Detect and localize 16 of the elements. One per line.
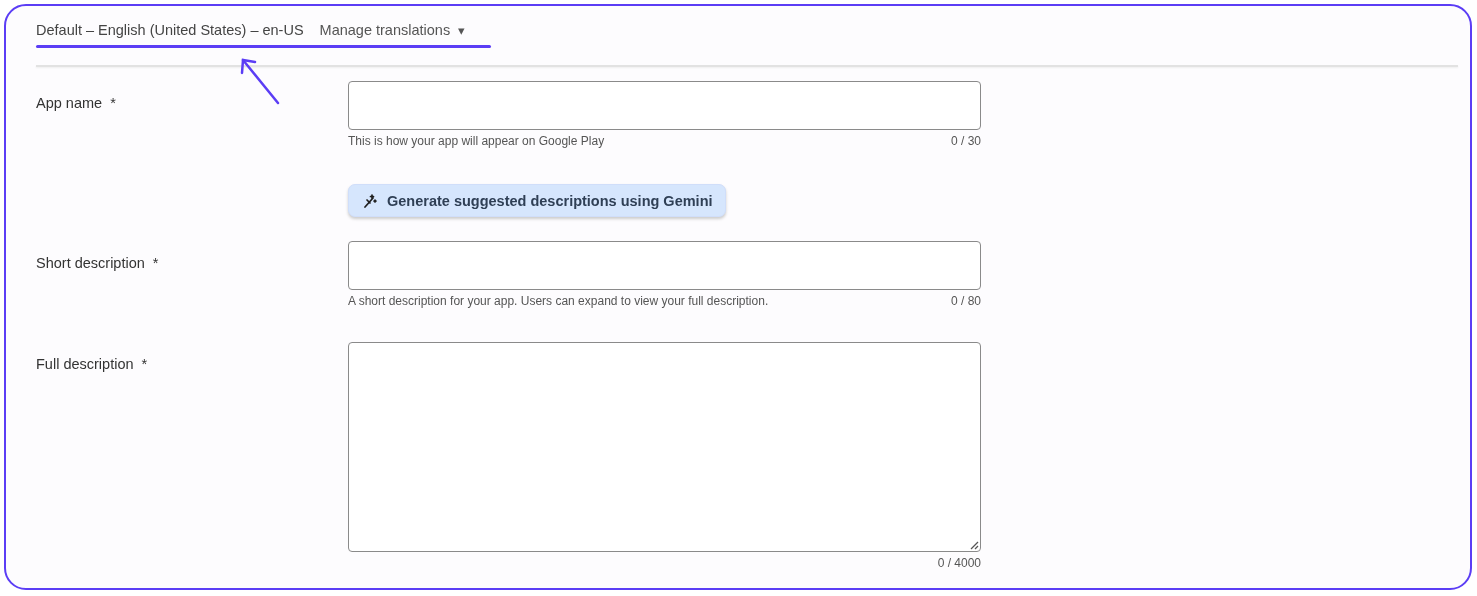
generate-button[interactable]: Generate suggested descriptions using Gemini [348, 184, 726, 217]
input-field[interactable] [348, 241, 981, 290]
language-label: Default – English (United States) – en-US [36, 22, 304, 38]
manage-translations-button[interactable]: Manage translations ▾ [319, 22, 466, 38]
field-label: Full description * [36, 356, 148, 372]
field-label: Short description * [36, 255, 159, 271]
resize-handle-icon[interactable] [970, 541, 979, 550]
helper-text: This is how your app will appear on Google Play [348, 134, 605, 149]
character-counter: 0 / 30 [950, 134, 981, 149]
arrow-icon [238, 56, 282, 106]
input-field[interactable] [348, 81, 981, 130]
character-counter: 0 / 80 [950, 294, 981, 309]
field-label: App name * [36, 95, 116, 111]
character-counter: 0 / 4000 [937, 556, 981, 571]
helper-text: A short description for your app. Users can expand to view your full description. [348, 294, 769, 309]
magic-wand-icon [363, 193, 377, 208]
